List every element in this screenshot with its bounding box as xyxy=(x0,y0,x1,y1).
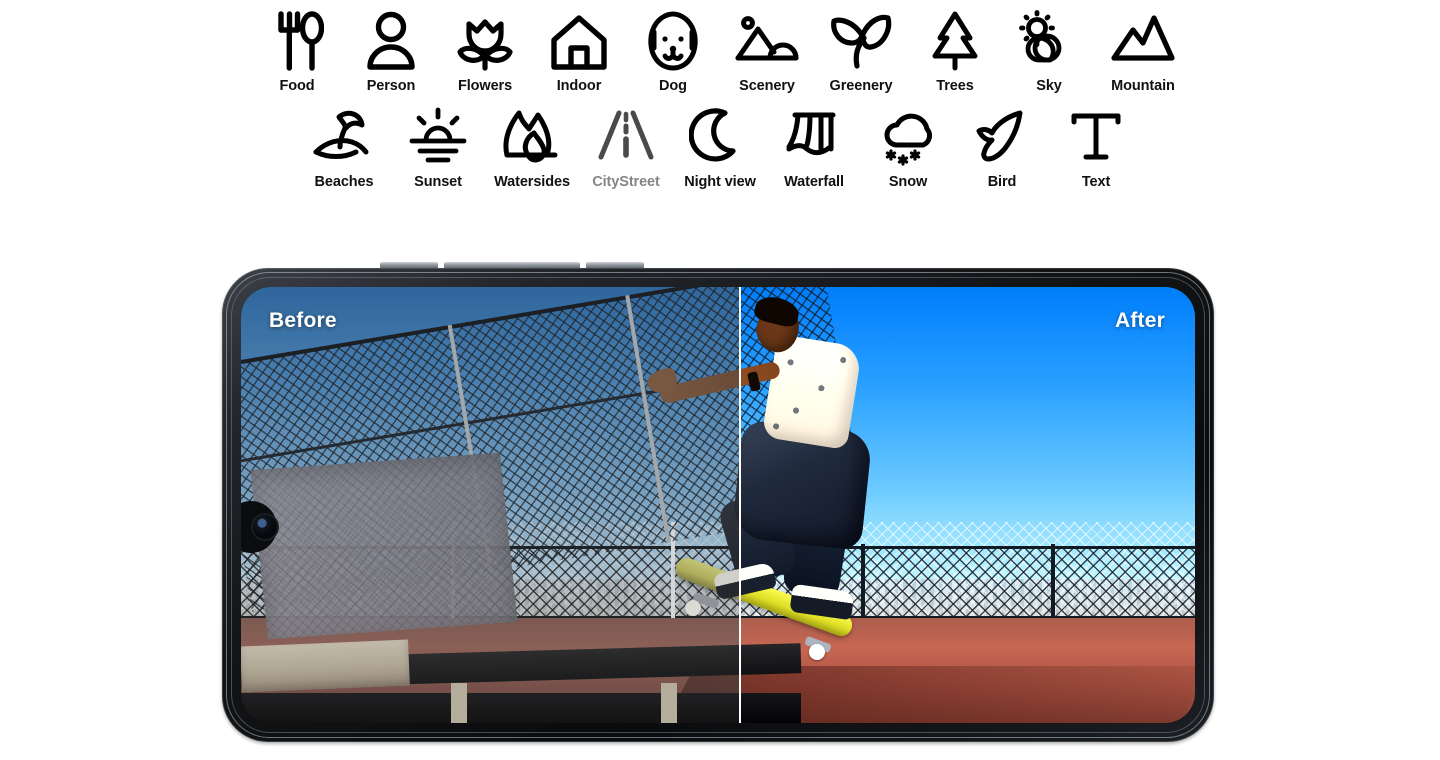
scene-label: Greenery xyxy=(829,78,893,94)
scene-item-food[interactable]: Food xyxy=(250,8,344,94)
scene-label: Dog xyxy=(659,78,687,94)
scene-label: Person xyxy=(366,78,416,94)
scene-item-mountain[interactable]: Mountain xyxy=(1096,8,1190,94)
after-photo-pane xyxy=(739,287,1195,723)
scene-category-row-1: Food Person Flowers Indoor Dog Scenery G… xyxy=(0,0,1440,94)
scene-optimizer-page: Food Person Flowers Indoor Dog Scenery G… xyxy=(0,0,1440,760)
scene-item-person[interactable]: Person xyxy=(344,8,438,94)
text-t-icon xyxy=(1067,104,1125,170)
scene-label: Bird xyxy=(987,173,1017,190)
person-icon xyxy=(363,8,419,74)
skateboard-wheel xyxy=(685,600,701,617)
scene-item-flowers[interactable]: Flowers xyxy=(438,8,532,94)
fence-post xyxy=(1051,544,1055,619)
sun-cloud-icon xyxy=(1017,8,1081,74)
ledge-base xyxy=(739,693,801,723)
phone-frame: Before After xyxy=(222,268,1214,742)
sunset-icon xyxy=(406,104,470,170)
scene-item-night-view[interactable]: Night view xyxy=(673,104,767,190)
scene-label: Sunset xyxy=(414,173,462,190)
skateboarder xyxy=(739,293,891,692)
scene-item-greenery[interactable]: Greenery xyxy=(814,8,908,94)
scene-label: CityStreet xyxy=(592,173,660,190)
scene-item-sky[interactable]: Sky xyxy=(1002,8,1096,94)
scene-label: Night view xyxy=(684,173,756,190)
scene-item-waterfall[interactable]: Waterfall xyxy=(767,104,861,190)
before-label: Before xyxy=(269,309,337,332)
bird-icon xyxy=(971,104,1033,170)
scene-item-citystreet[interactable]: CityStreet xyxy=(579,104,673,190)
ledge-light-plank xyxy=(241,639,410,693)
scene-item-beaches[interactable]: Beaches xyxy=(297,104,391,190)
skateboarder xyxy=(641,300,739,692)
scene-category-row-2: Beaches Sunset Watersides CityStreet Nig… xyxy=(0,94,1440,190)
after-label: After xyxy=(1114,309,1165,332)
leaf-sprout-icon xyxy=(830,8,892,74)
crescent-moon-icon xyxy=(689,104,751,170)
scene-label: Flowers xyxy=(457,78,513,94)
mountain-icon xyxy=(1110,8,1176,74)
snow-cloud-icon xyxy=(877,104,939,170)
house-icon xyxy=(549,8,609,74)
before-photo-image xyxy=(241,287,739,723)
scene-item-bird[interactable]: Bird xyxy=(955,104,1049,190)
waterside-icon xyxy=(501,104,563,170)
tulip-icon xyxy=(456,8,514,74)
scene-label: Trees xyxy=(936,78,974,94)
scene-item-indoor[interactable]: Indoor xyxy=(532,8,626,94)
before-photo-pane xyxy=(241,287,739,723)
scene-item-dog[interactable]: Dog xyxy=(626,8,720,94)
before-after-divider[interactable] xyxy=(739,287,741,723)
phone-screen[interactable]: Before After xyxy=(241,287,1195,723)
scene-label: Indoor xyxy=(556,78,602,94)
skateboard-wheel xyxy=(809,644,825,661)
scene-label: Food xyxy=(279,78,315,94)
scene-item-trees[interactable]: Trees xyxy=(908,8,1002,94)
dog-face-icon xyxy=(642,8,704,74)
ledge-leg xyxy=(451,683,467,723)
scene-label: Waterfall xyxy=(784,173,844,190)
phone-device: Before After xyxy=(222,262,1214,742)
scene-item-watersides[interactable]: Watersides xyxy=(485,104,579,190)
scene-item-text[interactable]: Text xyxy=(1049,104,1143,190)
scene-label: Mountain xyxy=(1111,78,1175,94)
after-photo-image xyxy=(739,287,1195,723)
scene-label: Snow xyxy=(888,173,928,190)
front-camera-lens-icon xyxy=(253,515,277,539)
scene-label: Beaches xyxy=(314,173,374,190)
scene-item-sunset[interactable]: Sunset xyxy=(391,104,485,190)
pine-tree-icon xyxy=(927,8,983,74)
scene-label: Scenery xyxy=(739,78,795,94)
scene-label: Sky xyxy=(1036,78,1062,94)
scene-label: Text xyxy=(1081,173,1111,190)
road-icon xyxy=(595,104,657,170)
landscape-icon xyxy=(735,8,799,74)
scene-item-scenery[interactable]: Scenery xyxy=(720,8,814,94)
scene-label: Watersides xyxy=(494,173,570,190)
scene-item-snow[interactable]: Snow xyxy=(861,104,955,190)
beach-umbrella-icon xyxy=(311,104,377,170)
scene-category-grid: Food Person Flowers Indoor Dog Scenery G… xyxy=(0,0,1440,189)
fork-spoon-icon xyxy=(270,8,324,74)
waterfall-icon xyxy=(783,104,845,170)
fence-tarp-banner xyxy=(250,453,518,640)
